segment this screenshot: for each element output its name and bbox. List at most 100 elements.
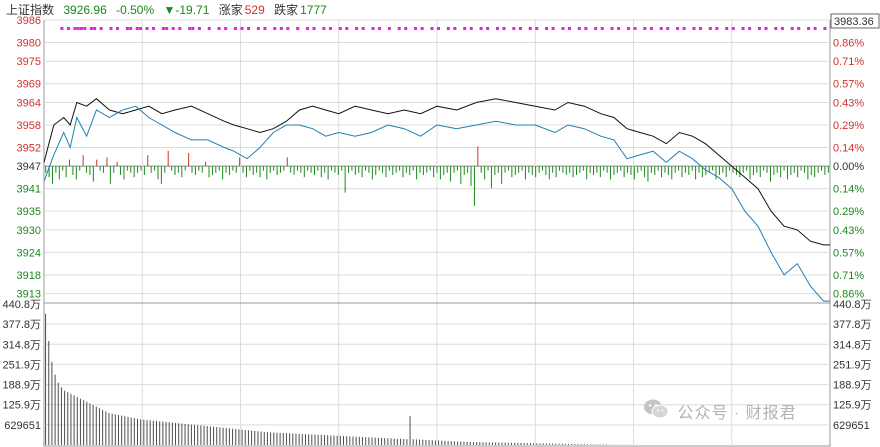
volume-tick-left: 314.8万 [2, 339, 41, 351]
top-marker [774, 27, 778, 30]
top-marker [145, 27, 149, 30]
top-marker [649, 27, 653, 30]
top-marker [273, 27, 277, 30]
top-marker [355, 27, 359, 30]
y-tick-right: 0.71% [833, 270, 864, 282]
top-marker [414, 27, 418, 30]
y-tick-left: 3930 [17, 225, 41, 237]
top-marker [138, 27, 142, 30]
y-tick-right: 0.57% [833, 247, 864, 259]
top-marker [518, 27, 522, 30]
y-tick-right: 0.14% [833, 184, 864, 196]
top-marker [178, 27, 182, 30]
y-tick-right: 0.43% [833, 97, 864, 109]
y-tick-right: 0.86% [833, 37, 864, 49]
top-marker [469, 27, 473, 30]
top-marker [89, 27, 93, 30]
y-tick-left: 3947 [17, 161, 41, 173]
top-marker [73, 27, 77, 30]
top-marker [764, 27, 768, 30]
top-marker [378, 27, 382, 30]
volume-tick-left: 125.9万 [2, 400, 41, 412]
watermark: 公众号 · 财报君 [643, 398, 797, 426]
top-marker [312, 27, 316, 30]
top-marker [453, 27, 457, 30]
intraday-chart[interactable]: 3986 3980 3975 3969 3964 3958 3952 3947 3941 3935… [0, 0, 880, 447]
top-marker [807, 27, 811, 30]
top-marker [528, 27, 532, 30]
top-marker [584, 27, 588, 30]
top-marker [60, 27, 64, 30]
top-marker [129, 27, 133, 30]
top-marker [682, 27, 686, 30]
top-marker [286, 27, 290, 30]
top-marker [535, 27, 539, 30]
top-marker [233, 27, 237, 30]
y-tick-left: 3975 [17, 56, 41, 68]
top-marker [116, 27, 120, 30]
top-marker [748, 27, 752, 30]
y-tick-right: 0.43% [833, 225, 864, 237]
watermark-text: 公众号 · 财报君 [677, 405, 797, 422]
top-marker [191, 27, 195, 30]
top-marker [165, 27, 169, 30]
volume-tick-right: 629651 [833, 420, 870, 432]
top-marker [479, 27, 483, 30]
top-marker [823, 27, 827, 30]
top-marker [99, 27, 103, 30]
top-marker [790, 27, 794, 30]
y-tick-right: 0.00% [833, 161, 864, 173]
top-marker [161, 27, 165, 30]
volume-tick-left: 377.8万 [2, 319, 41, 331]
y-tick-left: 3935 [17, 206, 41, 218]
volume-tick-left: 440.8万 [2, 299, 41, 311]
top-marker [731, 27, 735, 30]
wechat-icon [643, 398, 669, 430]
volume-tick-right: 125.9万 [833, 400, 872, 412]
top-marker [76, 27, 80, 30]
top-marker [240, 27, 244, 30]
top-marker [279, 27, 283, 30]
y-tick-left: 3958 [17, 120, 41, 132]
top-marker [224, 27, 228, 30]
y-tick-right: 0.71% [833, 56, 864, 68]
y-tick-left: 3969 [17, 79, 41, 91]
top-marker [66, 27, 70, 30]
top-marker [708, 27, 712, 30]
top-marker [152, 27, 156, 30]
top-marker [626, 27, 630, 30]
high-label: 3983.36 [834, 16, 874, 28]
top-marker [545, 27, 549, 30]
top-marker [171, 27, 175, 30]
y-tick-left: 3918 [17, 270, 41, 282]
y-tick-left: 3952 [17, 142, 41, 154]
top-marker [361, 27, 365, 30]
top-marker [643, 27, 647, 30]
top-marker [296, 27, 300, 30]
top-marker [780, 27, 784, 30]
y-tick-left: 3941 [17, 184, 41, 196]
top-marker [715, 27, 719, 30]
top-marker [125, 27, 129, 30]
top-marker [437, 27, 440, 30]
top-marker [80, 27, 84, 30]
y-tick-left: 3980 [17, 37, 41, 49]
y-tick-right: 0.29% [833, 120, 864, 132]
top-marker [495, 27, 499, 30]
y-tick-right: 0.57% [833, 79, 864, 91]
top-marker [577, 27, 581, 30]
top-marker [502, 27, 506, 30]
top-marker [486, 27, 490, 30]
top-marker [725, 27, 729, 30]
top-marker [568, 27, 571, 30]
top-marker [207, 27, 211, 30]
top-marker [512, 27, 516, 30]
top-marker [741, 27, 745, 30]
top-marker [188, 27, 192, 30]
top-marker [306, 27, 309, 30]
top-marker [247, 27, 251, 30]
volume-tick-right: 440.8万 [833, 299, 872, 311]
top-marker [371, 27, 375, 30]
top-marker [633, 27, 637, 30]
top-marker [446, 27, 450, 30]
